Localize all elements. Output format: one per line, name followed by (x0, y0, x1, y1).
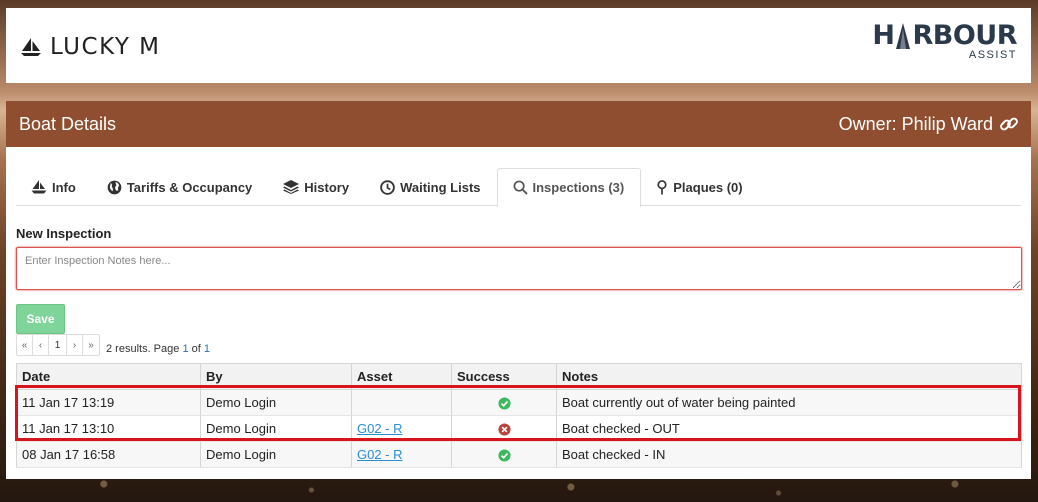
globe-icon (107, 180, 122, 194)
tab-history[interactable]: History (268, 168, 365, 206)
boat-name-text: LUCKY M (50, 34, 161, 60)
inspection-notes-input[interactable] (16, 247, 1022, 290)
search-icon (513, 180, 528, 195)
logo-text-left: H (872, 20, 895, 51)
pin-icon (657, 179, 667, 195)
asset-link[interactable]: G02 - R (357, 447, 403, 462)
boat-details-panel: Boat Details Owner: Philip Ward Info Tar… (6, 101, 1031, 479)
tab-waiting-lists[interactable]: Waiting Lists (365, 168, 496, 206)
logo-text-right: RBOUR (912, 20, 1017, 51)
tab-tariffs-label: Tariffs & Occupancy (126, 179, 253, 195)
cell-notes: Boat checked - OUT (556, 415, 1022, 442)
column-header-asset[interactable]: Asset (351, 363, 452, 390)
sailboat-icon (21, 38, 41, 56)
cell-success (451, 415, 557, 442)
table-header-row: Date By Asset Success Notes (16, 363, 1022, 390)
layers-icon (283, 180, 300, 194)
results-summary: 2 results. Page 1 of 1 (106, 343, 210, 355)
logo-sail-icon (896, 23, 911, 49)
tab-tariffs-occupancy[interactable]: Tariffs & Occupancy (92, 168, 268, 206)
pager-first-button[interactable]: « (17, 335, 33, 355)
cell-success (451, 441, 557, 468)
success-check-icon (497, 397, 511, 410)
results-prefix: 2 results. Page (106, 343, 183, 355)
table-row[interactable]: 11 Jan 17 13:19 Demo Login Boat currentl… (16, 389, 1022, 416)
link-icon (1000, 117, 1018, 131)
new-inspection-label: New Inspection (16, 226, 112, 241)
column-header-success[interactable]: Success (451, 363, 557, 390)
tab-inspections[interactable]: Inspections (3) (496, 168, 642, 207)
pager-next-button[interactable]: › (67, 335, 83, 355)
pager-last-button[interactable]: » (83, 335, 99, 355)
clock-icon (380, 179, 395, 195)
table-row[interactable]: 11 Jan 17 13:10 Demo Login G02 - R Boat … (16, 415, 1022, 442)
failure-x-icon (497, 423, 511, 436)
cell-asset: G02 - R (351, 441, 452, 468)
cell-by: Demo Login (200, 389, 352, 416)
table-row[interactable]: 08 Jan 17 16:58 Demo Login G02 - R Boat … (16, 441, 1022, 468)
boat-name-title: LUCKY M (20, 34, 161, 60)
cell-by: Demo Login (200, 415, 352, 442)
cell-date: 11 Jan 17 13:19 (16, 389, 201, 416)
boat-icon (31, 180, 47, 194)
pagination-row: « ‹ 1 › » 2 results. Page 1 of 1 (16, 334, 1021, 356)
pager-prev-button[interactable]: ‹ (33, 335, 49, 355)
cell-date: 11 Jan 17 13:10 (16, 415, 201, 442)
results-of: of (188, 343, 204, 355)
save-button[interactable]: Save (16, 304, 65, 334)
column-header-notes[interactable]: Notes (556, 363, 1022, 390)
cell-notes: Boat currently out of water being painte… (556, 389, 1022, 416)
logo-subtext: ASSIST (968, 49, 1017, 61)
tab-plaques[interactable]: Plaques (0) (641, 168, 758, 206)
tab-plaques-label: Plaques (0) (673, 179, 743, 195)
cell-date: 08 Jan 17 16:58 (16, 441, 201, 468)
column-header-by[interactable]: By (200, 363, 352, 390)
inspections-table: Date By Asset Success Notes 11 Jan 17 13… (16, 363, 1022, 468)
cell-by: Demo Login (200, 441, 352, 468)
pager-page-1[interactable]: 1 (49, 335, 67, 355)
harbour-assist-logo: H RBOUR ASSIST (872, 22, 1017, 61)
cell-asset (351, 389, 452, 416)
owner-text: Owner: Philip Ward (838, 113, 993, 134)
cell-notes: Boat checked - IN (556, 441, 1022, 468)
cell-success (451, 389, 557, 416)
tab-waiting-lists-label: Waiting Lists (400, 179, 481, 195)
column-header-date[interactable]: Date (16, 363, 201, 390)
pagination: « ‹ 1 › » (16, 334, 100, 356)
tab-inspections-label: Inspections (3) (532, 180, 625, 195)
panel-title: Boat Details (19, 113, 117, 134)
tab-bar: Info Tariffs & Occupancy History Waiting… (16, 168, 1021, 207)
top-header: LUCKY M H RBOUR ASSIST (6, 8, 1031, 83)
tab-info[interactable]: Info (16, 168, 92, 206)
asset-link[interactable]: G02 - R (357, 421, 403, 436)
cell-asset: G02 - R (351, 415, 452, 442)
owner-link[interactable]: Owner: Philip Ward (839, 114, 1019, 135)
panel-header: Boat Details Owner: Philip Ward (6, 101, 1031, 147)
results-page-total: 1 (203, 343, 210, 355)
tab-history-label: History (304, 179, 350, 195)
tab-info-label: Info (52, 179, 76, 195)
success-check-icon (497, 449, 511, 462)
